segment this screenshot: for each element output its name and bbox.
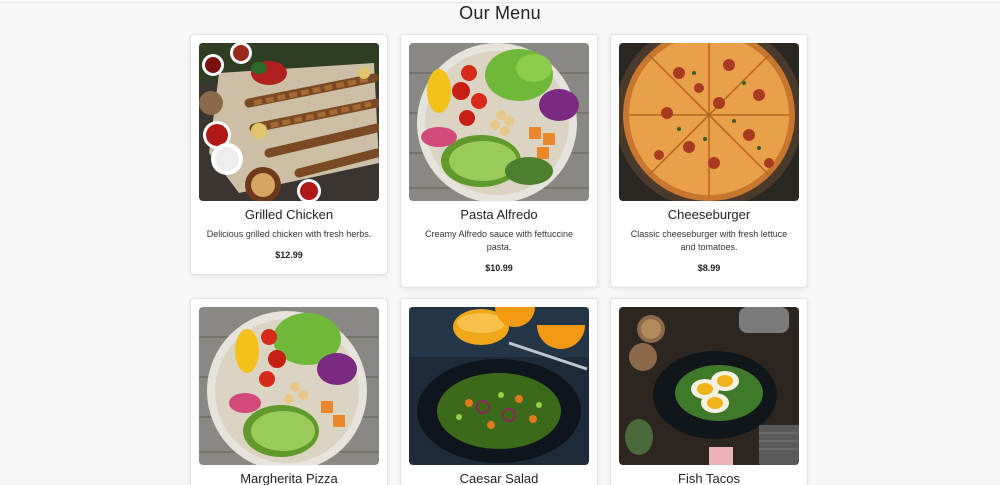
- page-title: Our Menu: [459, 3, 541, 23]
- avocado-salad-bowl-image: [409, 43, 589, 201]
- menu-item-name: Pasta Alfredo: [460, 207, 538, 222]
- menu-item-name: Grilled Chicken: [244, 207, 334, 222]
- menu-item-name: Margherita Pizza: [240, 471, 338, 485]
- salad-plate-image: [409, 307, 589, 465]
- menu-grid: Grilled Chicken Delicious grilled chicke…: [190, 34, 808, 485]
- egg-salad-image: [619, 307, 799, 465]
- menu-item-image: [619, 307, 799, 465]
- menu-card-grilled-chicken[interactable]: Grilled Chicken Delicious grilled chicke…: [190, 34, 388, 275]
- menu-item-description: Delicious grilled chicken with fresh her…: [206, 229, 372, 239]
- menu-item-name: Caesar Salad: [459, 471, 539, 485]
- menu-item-price: $8.99: [697, 263, 721, 273]
- menu-card-cheeseburger[interactable]: Cheeseburger Classic cheeseburger with f…: [610, 34, 808, 288]
- menu-item-description: Creamy Alfredo sauce with fettuccine pas…: [424, 229, 574, 252]
- menu-card-margherita-pizza[interactable]: Margherita Pizza: [190, 298, 388, 485]
- pizza-image: [619, 43, 799, 201]
- menu-item-image: [199, 43, 379, 201]
- menu-item-image: [199, 307, 379, 465]
- menu-item-price: $10.99: [485, 263, 513, 273]
- menu-card-fish-tacos[interactable]: Fish Tacos: [610, 298, 808, 485]
- menu-card-pasta-alfredo[interactable]: Pasta Alfredo Creamy Alfredo sauce with …: [400, 34, 598, 288]
- menu-page: Our Menu Grilled Chicken Delicious grill…: [0, 0, 1000, 485]
- menu-item-image: [619, 43, 799, 201]
- menu-item-name: Fish Tacos: [678, 471, 740, 485]
- menu-item-image: [409, 43, 589, 201]
- avocado-salad-bowl-image: [199, 307, 379, 465]
- grilled-skewers-image: [199, 43, 379, 201]
- menu-item-description: Classic cheeseburger with fresh lettuce …: [630, 229, 788, 252]
- menu-card-caesar-salad[interactable]: Caesar Salad: [400, 298, 598, 485]
- menu-item-image: [409, 307, 589, 465]
- menu-item-price: $12.99: [275, 250, 303, 260]
- menu-item-name: Cheeseburger: [667, 207, 751, 222]
